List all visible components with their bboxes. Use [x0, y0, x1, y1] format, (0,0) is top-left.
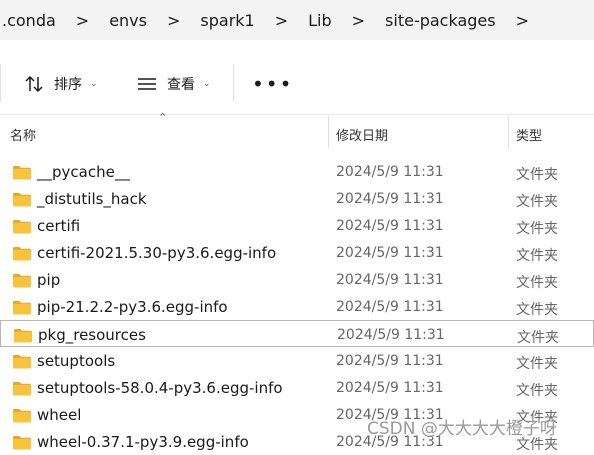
breadcrumb-item-spark1[interactable]: spark1 — [200, 11, 254, 30]
sort-label: 排序 — [54, 77, 82, 93]
file-modified-date: 2024/5/9 11:31 — [336, 218, 444, 234]
folder-icon — [13, 166, 31, 180]
breadcrumb-item-envs[interactable]: envs — [109, 11, 147, 30]
file-modified-date: 2024/5/9 11:31 — [337, 327, 445, 343]
file-name: pip — [37, 271, 61, 289]
chevron-right-icon[interactable]: > — [167, 11, 180, 30]
folder-icon — [13, 301, 31, 315]
breadcrumb-item-lib[interactable]: Lib — [308, 11, 332, 30]
file-modified-date: 2024/5/9 11:31 — [336, 191, 444, 207]
file-name: setuptools-58.0.4-py3.6.egg-info — [37, 379, 283, 397]
file-name: _distutils_hack — [37, 190, 147, 208]
watermark: CSDN @大大大大橙子呀 — [367, 419, 557, 439]
file-name: setuptools — [37, 352, 116, 370]
file-type: 文件夹 — [516, 248, 558, 264]
file-type: 文件夹 — [516, 221, 558, 237]
column-header-modified[interactable]: 修改日期 — [336, 125, 388, 144]
folder-icon — [13, 193, 31, 207]
chevron-right-icon[interactable]: > — [76, 11, 89, 30]
column-divider[interactable] — [508, 116, 509, 148]
chevron-right-icon[interactable]: > — [352, 11, 365, 30]
file-type: 文件夹 — [516, 194, 558, 210]
folder-icon — [14, 329, 32, 343]
file-row[interactable]: _distutils_hack 2024/5/9 11:31 文件夹 — [0, 185, 594, 212]
more-options-button[interactable]: ••• — [252, 74, 293, 94]
file-name: pkg_resources — [38, 326, 146, 344]
file-type: 文件夹 — [516, 275, 558, 291]
breadcrumb-item-conda[interactable]: .conda — [2, 11, 56, 30]
file-modified-date: 2024/5/9 11:31 — [336, 353, 444, 369]
column-header-name[interactable]: 名称 — [10, 125, 36, 144]
view-label: 查看 — [167, 77, 195, 93]
breadcrumb-item-site-packages[interactable]: site-packages — [385, 11, 496, 30]
view-lines-icon — [138, 78, 156, 90]
folder-icon — [13, 220, 31, 234]
file-name: certifi-2021.5.30-py3.6.egg-info — [37, 244, 277, 262]
folder-icon — [13, 436, 31, 450]
file-row[interactable]: pip 2024/5/9 11:31 文件夹 — [0, 266, 594, 293]
file-type: 文件夹 — [517, 330, 559, 346]
sort-ascending-icon: ⌃ — [158, 111, 168, 124]
file-row[interactable]: pkg_resources 2024/5/9 11:31 文件夹 — [0, 320, 594, 347]
file-modified-date: 2024/5/9 11:31 — [336, 245, 444, 261]
file-type: 文件夹 — [516, 302, 558, 318]
file-name: wheel-0.37.1-py3.9.egg-info — [37, 433, 249, 451]
toolbar-divider — [0, 64, 1, 102]
file-type: 文件夹 — [516, 356, 558, 372]
view-button[interactable]: 查看 ⌄ — [137, 67, 211, 101]
column-header-type[interactable]: 类型 — [516, 125, 542, 144]
chevron-right-icon[interactable]: > — [275, 11, 288, 30]
folder-icon — [13, 274, 31, 288]
file-modified-date: 2024/5/9 11:31 — [336, 380, 444, 396]
chevron-down-icon: ⌄ — [90, 79, 98, 89]
chevron-down-icon: ⌄ — [203, 79, 211, 89]
command-bar: 排序 ⌄ 查看 ⌄ ••• — [0, 52, 594, 115]
column-header-row: ⌃ 名称 修改日期 类型 — [0, 111, 594, 148]
breadcrumb: .conda > envs > spark1 > Lib > site-pack… — [0, 0, 594, 40]
file-name: __pycache__ — [37, 163, 130, 181]
file-name: wheel — [37, 406, 82, 424]
folder-icon — [13, 355, 31, 369]
file-list: __pycache__ 2024/5/9 11:31 文件夹 _distutils_h… — [0, 158, 594, 455]
column-divider[interactable] — [328, 116, 329, 148]
file-name: certifi — [37, 217, 81, 235]
folder-icon — [13, 382, 31, 396]
file-row[interactable]: __pycache__ 2024/5/9 11:31 文件夹 — [0, 158, 594, 185]
file-row[interactable]: setuptools 2024/5/9 11:31 文件夹 — [0, 347, 594, 374]
sort-icon — [25, 75, 43, 93]
file-row[interactable]: setuptools-58.0.4-py3.6.egg-info 2024/5/9… — [0, 374, 594, 401]
sort-button[interactable]: 排序 ⌄ — [24, 67, 98, 101]
file-row[interactable]: certifi 2024/5/9 11:31 文件夹 — [0, 212, 594, 239]
file-type: 文件夹 — [516, 383, 558, 399]
file-row[interactable]: pip-21.2.2-py3.6.egg-info 2024/5/9 11:31 文… — [0, 293, 594, 320]
folder-icon — [13, 409, 31, 423]
toolbar-divider — [233, 64, 234, 102]
file-modified-date: 2024/5/9 11:31 — [336, 164, 444, 180]
file-modified-date: 2024/5/9 11:31 — [336, 272, 444, 288]
chevron-right-icon[interactable]: > — [516, 11, 529, 30]
folder-icon — [13, 247, 31, 261]
file-name: pip-21.2.2-py3.6.egg-info — [37, 298, 228, 316]
file-modified-date: 2024/5/9 11:31 — [336, 299, 444, 315]
file-row[interactable]: certifi-2021.5.30-py3.6.egg-info 2024/5/9… — [0, 239, 594, 266]
file-type: 文件夹 — [516, 167, 558, 183]
